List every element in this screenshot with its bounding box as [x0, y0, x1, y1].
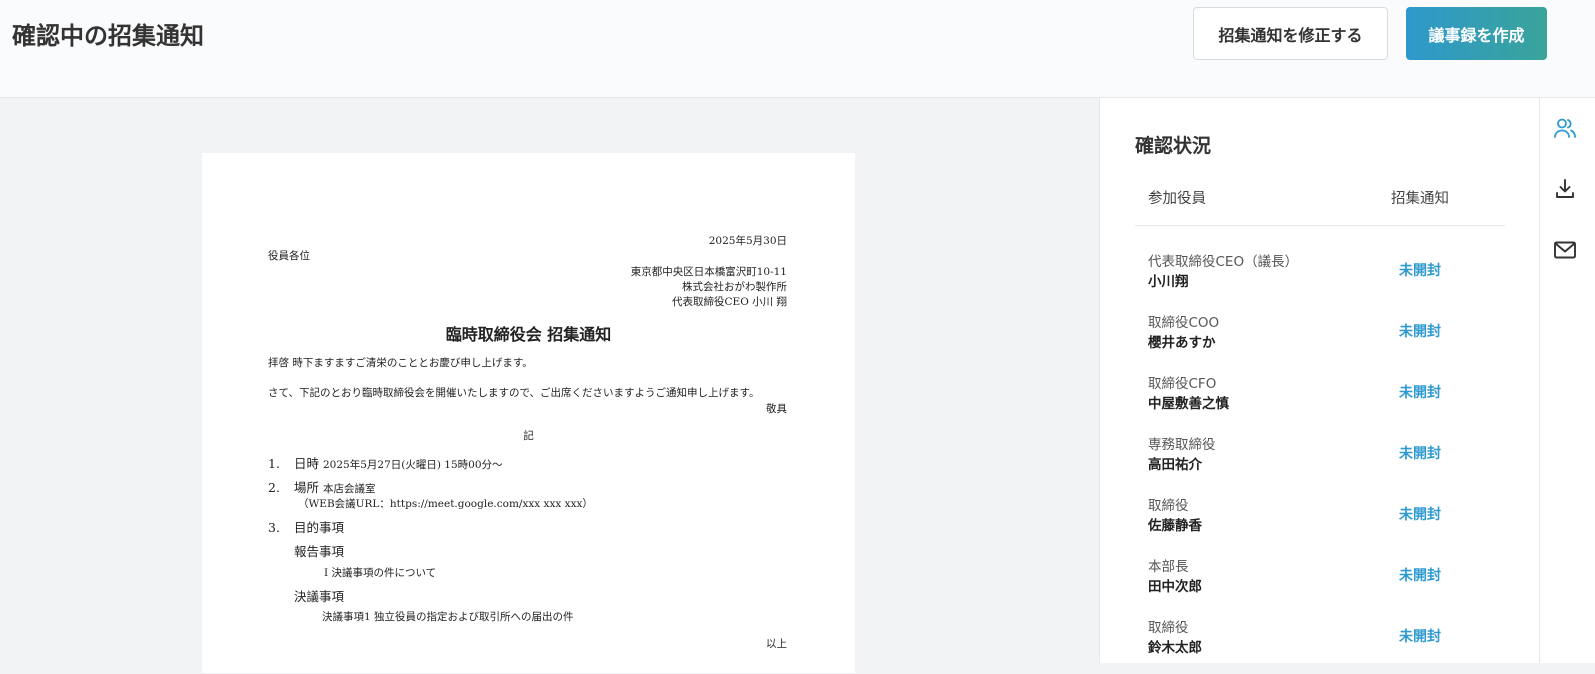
member-name: 中屋敷善之慎: [1148, 396, 1229, 412]
doc-date: 2025年5月30日: [708, 235, 787, 247]
item-number: 3.: [268, 520, 280, 535]
member-name: 小川翔: [1148, 274, 1189, 290]
member-name: 櫻井あすか: [1148, 335, 1216, 351]
member-role: 取締役COO: [1148, 315, 1220, 331]
doc-resolution-heading: 決議事項: [294, 589, 345, 604]
users-icon[interactable]: [1552, 115, 1578, 141]
member-name: 田中次郎: [1148, 579, 1202, 595]
doc-resolution-item: 決議事項1 独立役員の指定および取引所への届出の件: [322, 611, 574, 623]
panel-title: 確認状況: [1135, 135, 1212, 157]
doc-item-datetime: 1. 日時 2025年5月27日(火曜日) 15時00分～: [268, 453, 503, 472]
doc-end: 以上: [766, 638, 787, 650]
doc-closing: 敬具: [766, 403, 787, 415]
member-role: 取締役CFO: [1148, 376, 1217, 392]
status-unopened: 未開封: [1399, 446, 1441, 462]
mail-icon[interactable]: [1552, 237, 1578, 263]
item-label: 日時: [294, 456, 320, 471]
download-icon[interactable]: [1552, 176, 1578, 202]
member-role: 専務取締役: [1148, 437, 1216, 453]
member-role: 取締役: [1148, 498, 1189, 514]
page-title: 確認中の招集通知: [12, 22, 204, 50]
notice-document: 2025年5月30日 役員各位 東京都中央区日本橋富沢町10-11 株式会社おが…: [202, 153, 855, 673]
item-number: 2.: [268, 480, 280, 495]
item-label: 目的事項: [294, 520, 345, 535]
page-header: 確認中の招集通知 招集通知を修正する 議事録を作成: [0, 0, 1595, 98]
doc-meeting-url: （WEB会議URL：https://meet.google.com/xxx xx…: [298, 498, 593, 510]
doc-report-heading: 報告事項: [294, 544, 345, 559]
create-minutes-button[interactable]: 議事録を作成: [1406, 7, 1547, 60]
item-value: 2025年5月27日(火曜日) 15時00分～: [323, 459, 503, 471]
header-divider: [1135, 225, 1505, 226]
doc-greeting: 拝啓 時下ますますご清栄のこととお慶び申し上げます。: [268, 357, 533, 369]
doc-address: 東京都中央区日本橋富沢町10-11: [630, 266, 787, 278]
doc-item-place: 2. 場所 本店会議室: [268, 477, 376, 496]
member-name: 鈴木太郎: [1148, 640, 1202, 656]
doc-representative: 代表取締役CEO 小川 翔: [672, 296, 787, 308]
document-preview-area: 2025年5月30日 役員各位 東京都中央区日本橋富沢町10-11 株式会社おが…: [0, 98, 1099, 673]
doc-title: 臨時取締役会 招集通知: [445, 325, 612, 344]
doc-addressee: 役員各位: [268, 250, 310, 262]
member-row: 取締役CFO 中屋敷善之慎 未開封: [1135, 372, 1505, 430]
member-row: 本部長 田中次郎 未開封: [1135, 555, 1505, 613]
status-unopened: 未開封: [1399, 507, 1441, 523]
member-row: 専務取締役 高田祐介 未開封: [1135, 433, 1505, 491]
status-unopened: 未開封: [1399, 629, 1441, 645]
member-role: 代表取締役CEO（議長）: [1148, 254, 1299, 270]
confirmation-status-panel: 確認状況 参加役員 招集通知 代表取締役CEO（議長） 小川翔 未開封 取締役C…: [1099, 98, 1539, 663]
member-name: 高田祐介: [1148, 457, 1202, 473]
status-unopened: 未開封: [1399, 263, 1441, 279]
doc-ki: 記: [523, 430, 534, 442]
item-number: 1.: [268, 456, 280, 471]
doc-report-item: Ⅰ 決議事項の件について: [324, 567, 437, 579]
status-unopened: 未開封: [1399, 324, 1441, 340]
member-row: 取締役COO 櫻井あすか 未開封: [1135, 311, 1505, 369]
right-icon-bar: [1539, 98, 1595, 663]
member-row: 取締役 佐藤静香 未開封: [1135, 494, 1505, 552]
item-value: 本店会議室: [323, 483, 376, 495]
member-role: 取締役: [1148, 620, 1189, 636]
edit-notice-button[interactable]: 招集通知を修正する: [1193, 7, 1388, 60]
member-name: 佐藤静香: [1148, 518, 1202, 534]
doc-body: さて、下記のとおり臨時取締役会を開催いたしますので、ご出席くださいますようご通知…: [268, 387, 760, 399]
doc-item-purpose: 3. 目的事項: [268, 517, 344, 536]
status-unopened: 未開封: [1399, 568, 1441, 584]
member-role: 本部長: [1148, 559, 1189, 575]
member-row: 代表取締役CEO（議長） 小川翔 未開封: [1135, 250, 1505, 308]
doc-company: 株式会社おがわ製作所: [682, 281, 787, 293]
member-row: 取締役 鈴木太郎 未開封: [1135, 616, 1505, 674]
column-header-members: 参加役員: [1148, 191, 1206, 207]
column-header-notice: 招集通知: [1391, 191, 1449, 207]
item-label: 場所: [294, 480, 320, 495]
status-unopened: 未開封: [1399, 385, 1441, 401]
